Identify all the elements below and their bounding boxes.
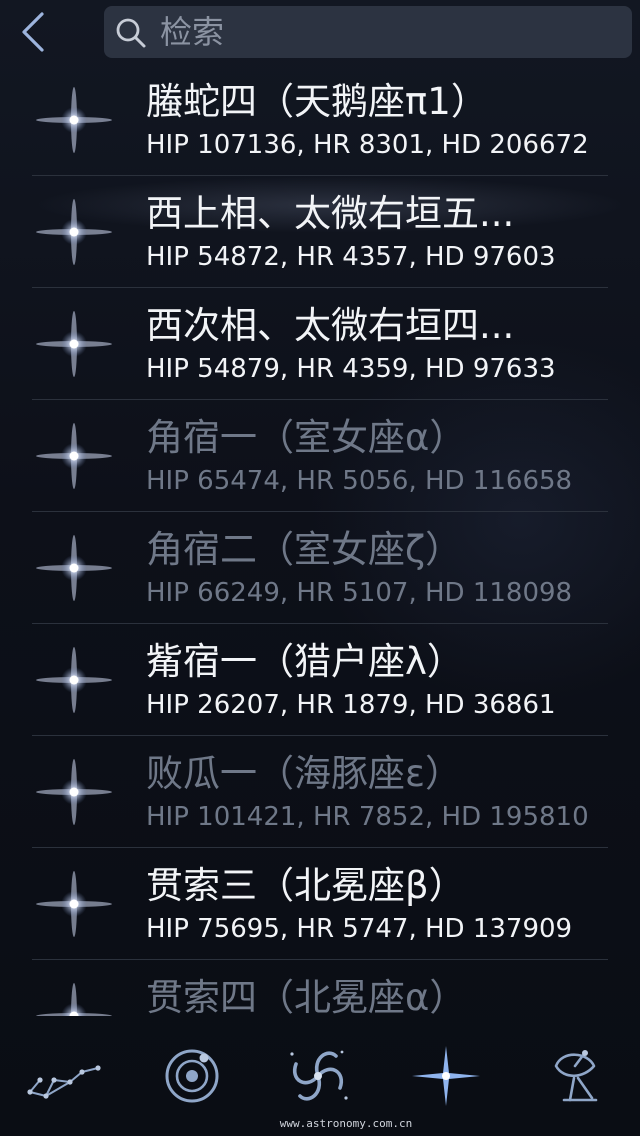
solar-system-icon	[165, 1049, 219, 1103]
list-item[interactable]: 西上相、太微右垣五... HIP 54872, HR 4357, HD 9760…	[0, 176, 640, 288]
header	[0, 0, 640, 66]
star-icon	[34, 421, 114, 491]
star-catalog-ids: HIP 107136, HR 8301, HD 206672	[146, 130, 589, 160]
search-input[interactable]	[160, 12, 620, 52]
star-icon	[34, 645, 114, 715]
list-item[interactable]: 觜宿一（猎户座λ） HIP 26207, HR 1879, HD 36861	[0, 624, 640, 736]
list-item[interactable]: 螣蛇四（天鹅座π1） HIP 107136, HR 8301, HD 20667…	[0, 64, 640, 176]
star-icon	[412, 1046, 480, 1106]
star-icon	[34, 757, 114, 827]
star-name: 角宿一（室女座α）	[146, 416, 467, 459]
list-item[interactable]: 败瓜一（海豚座ε） HIP 101421, HR 7852, HD 195810	[0, 736, 640, 848]
tab-satellites[interactable]	[536, 1044, 616, 1108]
star-icon	[34, 533, 114, 603]
tab-stars[interactable]	[406, 1044, 486, 1108]
star-name: 螣蛇四（天鹅座π1）	[146, 80, 488, 123]
star-name: 角宿二（室女座ζ）	[146, 528, 463, 571]
star-icon	[34, 85, 114, 155]
search-results-list[interactable]: 螣蛇四（天鹅座π1） HIP 107136, HR 8301, HD 20667…	[0, 64, 640, 1016]
star-catalog-ids: HIP 54879, HR 4359, HD 97633	[146, 354, 556, 384]
star-catalog-ids: HIP 65474, HR 5056, HD 116658	[146, 466, 573, 496]
back-button[interactable]	[14, 8, 58, 56]
galaxy-icon	[290, 1050, 348, 1101]
list-item[interactable]: 西次相、太微右垣四... HIP 54879, HR 4359, HD 9763…	[0, 288, 640, 400]
star-name: 贯索四（北冕座α）	[146, 976, 467, 1016]
tab-constellations[interactable]	[24, 1044, 104, 1108]
star-catalog-ids: HIP 26207, HR 1879, HD 36861	[146, 690, 556, 720]
watermark: www.astronomy.com.cn	[279, 1117, 413, 1130]
list-item[interactable]: 角宿一（室女座α） HIP 65474, HR 5056, HD 116658	[0, 400, 640, 512]
star-name: 西次相、太微右垣四...	[146, 304, 515, 347]
star-catalog-ids: HIP 54872, HR 4357, HD 97603	[146, 242, 556, 272]
star-icon	[34, 869, 114, 939]
star-icon	[34, 197, 114, 267]
star-icon	[34, 981, 114, 1016]
satellite-dish-icon	[554, 1050, 598, 1102]
star-catalog-ids: HIP 66249, HR 5107, HD 118098	[146, 578, 573, 608]
search-box[interactable]	[104, 6, 632, 58]
list-item[interactable]: 角宿二（室女座ζ） HIP 66249, HR 5107, HD 118098	[0, 512, 640, 624]
search-icon	[114, 16, 148, 50]
star-catalog-ids: HIP 101421, HR 7852, HD 195810	[146, 802, 589, 832]
star-name: 觜宿一（猎户座λ）	[146, 640, 464, 683]
star-name: 西上相、太微右垣五...	[146, 192, 515, 235]
star-catalog-ids: HIP 75695, HR 5747, HD 137909	[146, 914, 573, 944]
list-item[interactable]: 贯索四（北冕座α）	[0, 960, 640, 1016]
tab-bar	[0, 1036, 640, 1116]
list-item[interactable]: 贯索三（北冕座β） HIP 75695, HR 5747, HD 137909	[0, 848, 640, 960]
star-name: 败瓜一（海豚座ε）	[146, 752, 462, 795]
constellation-icon	[27, 1065, 101, 1099]
star-icon	[34, 309, 114, 379]
tab-solar-system[interactable]	[152, 1044, 232, 1108]
tab-deep-sky[interactable]	[278, 1044, 358, 1108]
chevron-left-icon	[22, 12, 44, 52]
star-name: 贯索三（北冕座β）	[146, 864, 466, 907]
